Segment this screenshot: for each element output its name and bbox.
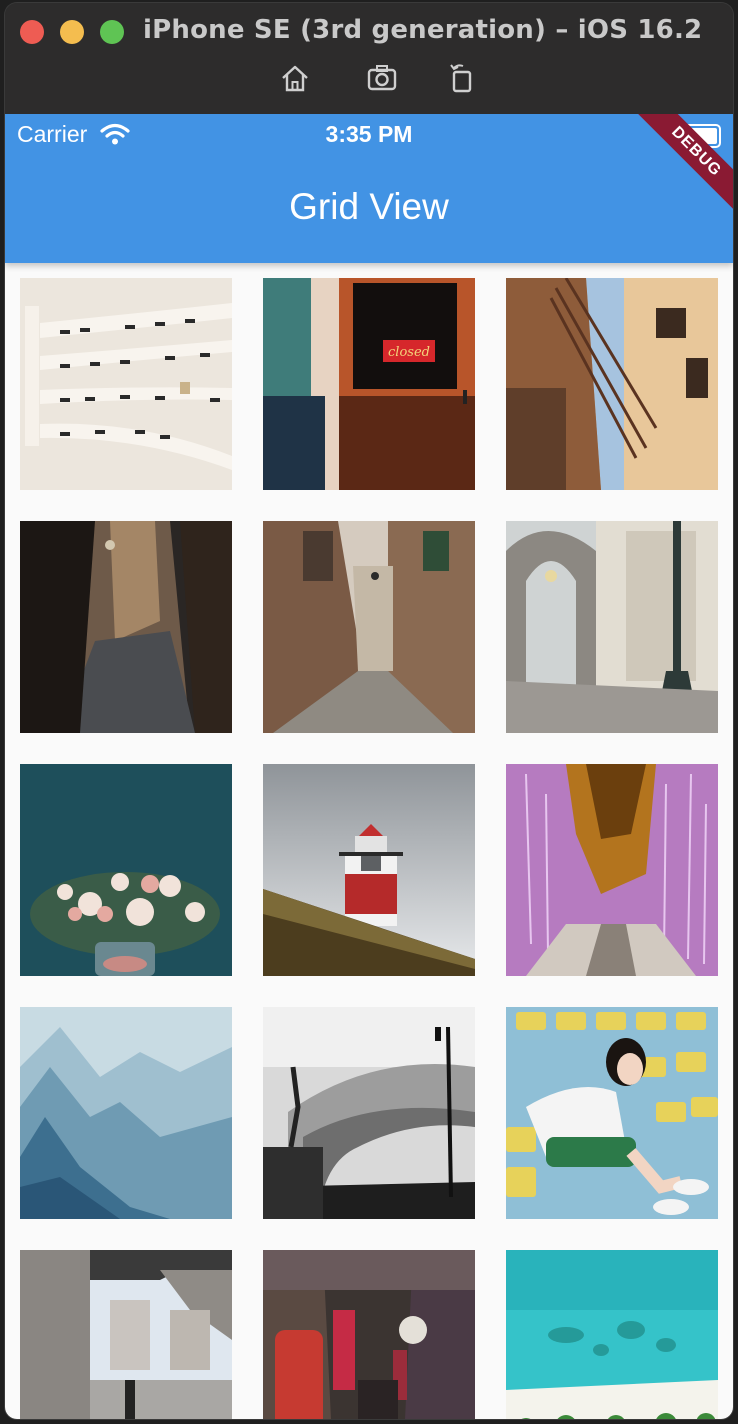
balconies-street-photo[interactable] <box>506 278 718 490</box>
screenshot-icon[interactable] <box>365 61 399 95</box>
rotate-icon[interactable] <box>445 61 479 95</box>
closed-sign-text: closed <box>388 345 430 360</box>
device-screen: Carrier 3:35 PM Grid View DEBUG closed <box>5 114 733 1419</box>
page-title: Grid View <box>289 186 449 227</box>
beach-aerial-photo[interactable] <box>506 1250 718 1419</box>
arcade-lamp-post-photo[interactable] <box>506 521 718 733</box>
bw-curved-building-photo[interactable] <box>263 1007 475 1219</box>
close-window-button[interactable] <box>20 20 44 44</box>
lighthouse-photo[interactable] <box>263 764 475 976</box>
purple-forest-photo[interactable] <box>506 764 718 976</box>
app-bar: Carrier 3:35 PM Grid View DEBUG <box>5 114 733 263</box>
closed-door-photo[interactable]: closed <box>263 278 475 490</box>
cobblestone-street-photo[interactable] <box>263 521 475 733</box>
flower-vase-photo[interactable] <box>20 764 232 976</box>
minimize-window-button[interactable] <box>60 20 84 44</box>
simulator-window: iPhone SE (3rd generation) – iOS 16.2 Ca… <box>5 3 733 1419</box>
dark-alley-photo[interactable] <box>20 521 232 733</box>
sunglasses-shelves-photo[interactable] <box>20 278 232 490</box>
misty-mountains-photo[interactable] <box>20 1007 232 1219</box>
home-icon[interactable] <box>278 61 312 95</box>
zoom-window-button[interactable] <box>100 20 124 44</box>
neon-alley-photo[interactable] <box>263 1250 475 1419</box>
window-title: iPhone SE (3rd generation) – iOS 16.2 <box>143 15 703 45</box>
window-titlebar: iPhone SE (3rd generation) – iOS 16.2 <box>5 3 733 114</box>
status-time: 3:35 PM <box>325 121 413 147</box>
stadium-seats-woman-photo[interactable] <box>506 1007 718 1219</box>
underpass-city-photo[interactable] <box>20 1250 232 1419</box>
